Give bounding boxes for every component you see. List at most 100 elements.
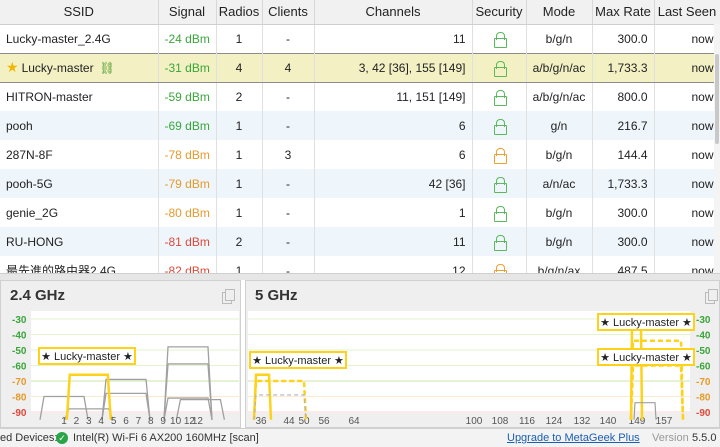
signal-cell: -69 dBm [158,111,217,140]
radios-cell: 1 [216,111,263,140]
panel-splitter[interactable] [0,273,720,280]
max-rate-cell: 1,733.3 [592,169,655,198]
last-seen-cell: now [654,169,720,198]
last-seen-cell: now [654,256,720,273]
col-ssid[interactable]: SSID [0,0,159,25]
upgrade-link[interactable]: Upgrade to MetaGeek Plus [507,429,640,447]
last-seen-cell: now [654,52,720,83]
security-cell [472,24,527,53]
check-icon: ✓ [56,432,68,444]
col-security[interactable]: Security [472,0,527,25]
chart-24ghz: -30-40-50-60-70-80-90★ Lucky-master ★1 2 3… [12,311,239,427]
channels-cell: 6 [314,111,473,140]
ssid-cell: genie_2G [0,198,159,227]
adapter-select[interactable]: Intel(R) Wi-Fi 6 AX200 160MHz [scan] [73,429,259,447]
signal-cell: -82 dBm [158,256,217,273]
table-row[interactable]: RU-HONG -81 dBm 2-11 b/g/n 300.0 now [0,227,720,256]
col-signal[interactable]: Signal [158,0,217,25]
channel-tick: 140 [600,416,617,427]
max-rate-cell: 300.0 [592,227,655,256]
radios-cell: 1 [216,169,263,198]
ssid-cell: pooh [0,111,159,140]
channel-tick: 1 [61,416,67,427]
table-scrollbar-thumb[interactable] [715,54,719,144]
signal-cell: -79 dBm [158,169,217,198]
copy-icon[interactable] [705,289,718,304]
mode-cell: a/b/g/n/ac [526,52,593,83]
highlight-tag-label[interactable]: ★ Lucky-master ★ [600,352,692,364]
table-scrollbar[interactable] [714,24,720,273]
clients-cell: - [262,256,315,273]
last-seen-cell: now [654,227,720,256]
lock-icon [493,60,507,77]
ssid-cell: pooh-5G [0,169,159,198]
chart-5ghz: -30 -40 -50 -60 -70 -80 -90 36 44 50 56 64 100 108 116… [248,311,711,427]
table-row[interactable]: ★ Lucky-master ⛓ -31 dBm 4 4 3, 42 [36], 155 [… [0,52,720,83]
lock-icon [493,205,507,222]
mode-cell: b/g/n [526,198,593,227]
channels-cell: 1 [314,198,473,227]
security-cell [472,198,527,227]
status-bar: ed Devices: ✓ Intel(R) Wi-Fi 6 AX200 160… [0,428,720,447]
radios-cell: 1 [216,198,263,227]
clients-cell: - [262,24,315,53]
lock-icon [493,31,507,48]
clients-cell: - [262,198,315,227]
ssid-text: RU-HONG [6,234,64,249]
last-seen-cell: now [654,198,720,227]
highlight-tag-label[interactable]: ★ Lucky-master ★ [600,317,692,329]
copy-icon[interactable] [222,289,235,304]
channel-tick: 36 [255,416,267,427]
table-row[interactable]: genie_2G -80 dBm 1-1 b/g/n 300.0 now [0,198,720,227]
ssid-cell: 最先進的路由器2.4G [0,256,159,273]
lock-icon [493,176,507,193]
dbm-tick: -50 [12,346,27,357]
lock-icon [493,234,507,251]
status-label: ed Devices: [0,432,58,444]
signal-cell: -81 dBm [158,227,217,256]
version-label: Version [652,432,689,444]
lock-icon [493,147,507,164]
dbm-tick: -70 [12,377,27,388]
table-row[interactable]: pooh -69 dBm 1-6 g/n 216.7 now [0,111,720,140]
table-row[interactable]: 最先進的路由器2.4G -82 dBm 1-12 b/g/n/ax 487.5 now [0,256,720,273]
col-clients[interactable]: Clients [262,0,315,25]
radios-cell: 1 [216,24,263,53]
mode-cell: a/b/g/n/ac [526,82,593,111]
channels-cell: 12 [314,256,473,273]
channels-cell: 11, 151 [149] [314,82,473,111]
star-icon[interactable]: ★ [6,59,19,75]
col-channels[interactable]: Channels [314,0,473,25]
channel-tick: 108 [492,416,509,427]
max-rate-cell: 144.4 [592,140,655,169]
network-table: SSID Signal Radios Clients Channels Secu… [0,0,720,273]
ssid-cell: 287N-8F [0,140,159,169]
panel-24ghz-title: 2.4 GHz [10,287,66,304]
col-max-rate[interactable]: Max Rate [592,0,655,25]
table-row[interactable]: pooh-5G -79 dBm 1-42 [36] a/n/ac 1,733.3 now [0,169,720,198]
security-cell [472,140,527,169]
security-cell [472,111,527,140]
lock-icon [493,90,507,107]
channels-cell: 11 [314,24,473,53]
col-mode[interactable]: Mode [526,0,593,25]
ssid-text: Lucky-master_2.4G [6,31,111,46]
channel-tick: 64 [348,416,360,427]
radios-cell: 1 [216,256,263,273]
channel-tick: 4 [98,416,104,427]
table-row[interactable]: Lucky-master_2.4G -24 dBm 1-11 b/g/n 300.0 no… [0,24,720,53]
ssid-cell: ★ Lucky-master ⛓ [0,52,159,83]
clients-cell: - [262,82,315,111]
channel-tick: 100 [466,416,483,427]
highlight-tag-label[interactable]: ★ Lucky-master ★ [252,355,344,367]
link-icon[interactable]: ⛓ [100,61,115,75]
table-row[interactable]: 287N-8F -78 dBm 1 3 6 b/g/n 144.4 now [0,140,720,169]
table-row[interactable]: HITRON-master -59 dBm 2-11, 151 [149] a/b/g… [0,82,720,111]
highlight-tag-label[interactable]: ★ Lucky-master ★ [41,351,133,363]
col-radios[interactable]: Radios [216,0,263,25]
col-last-seen[interactable]: Last Seen [654,0,720,25]
signal-cell: -59 dBm [158,82,217,111]
ssid-text: genie_2G [6,205,59,220]
channel-tick: 12 [192,416,204,427]
panel-5ghz-title: 5 GHz [255,287,298,304]
